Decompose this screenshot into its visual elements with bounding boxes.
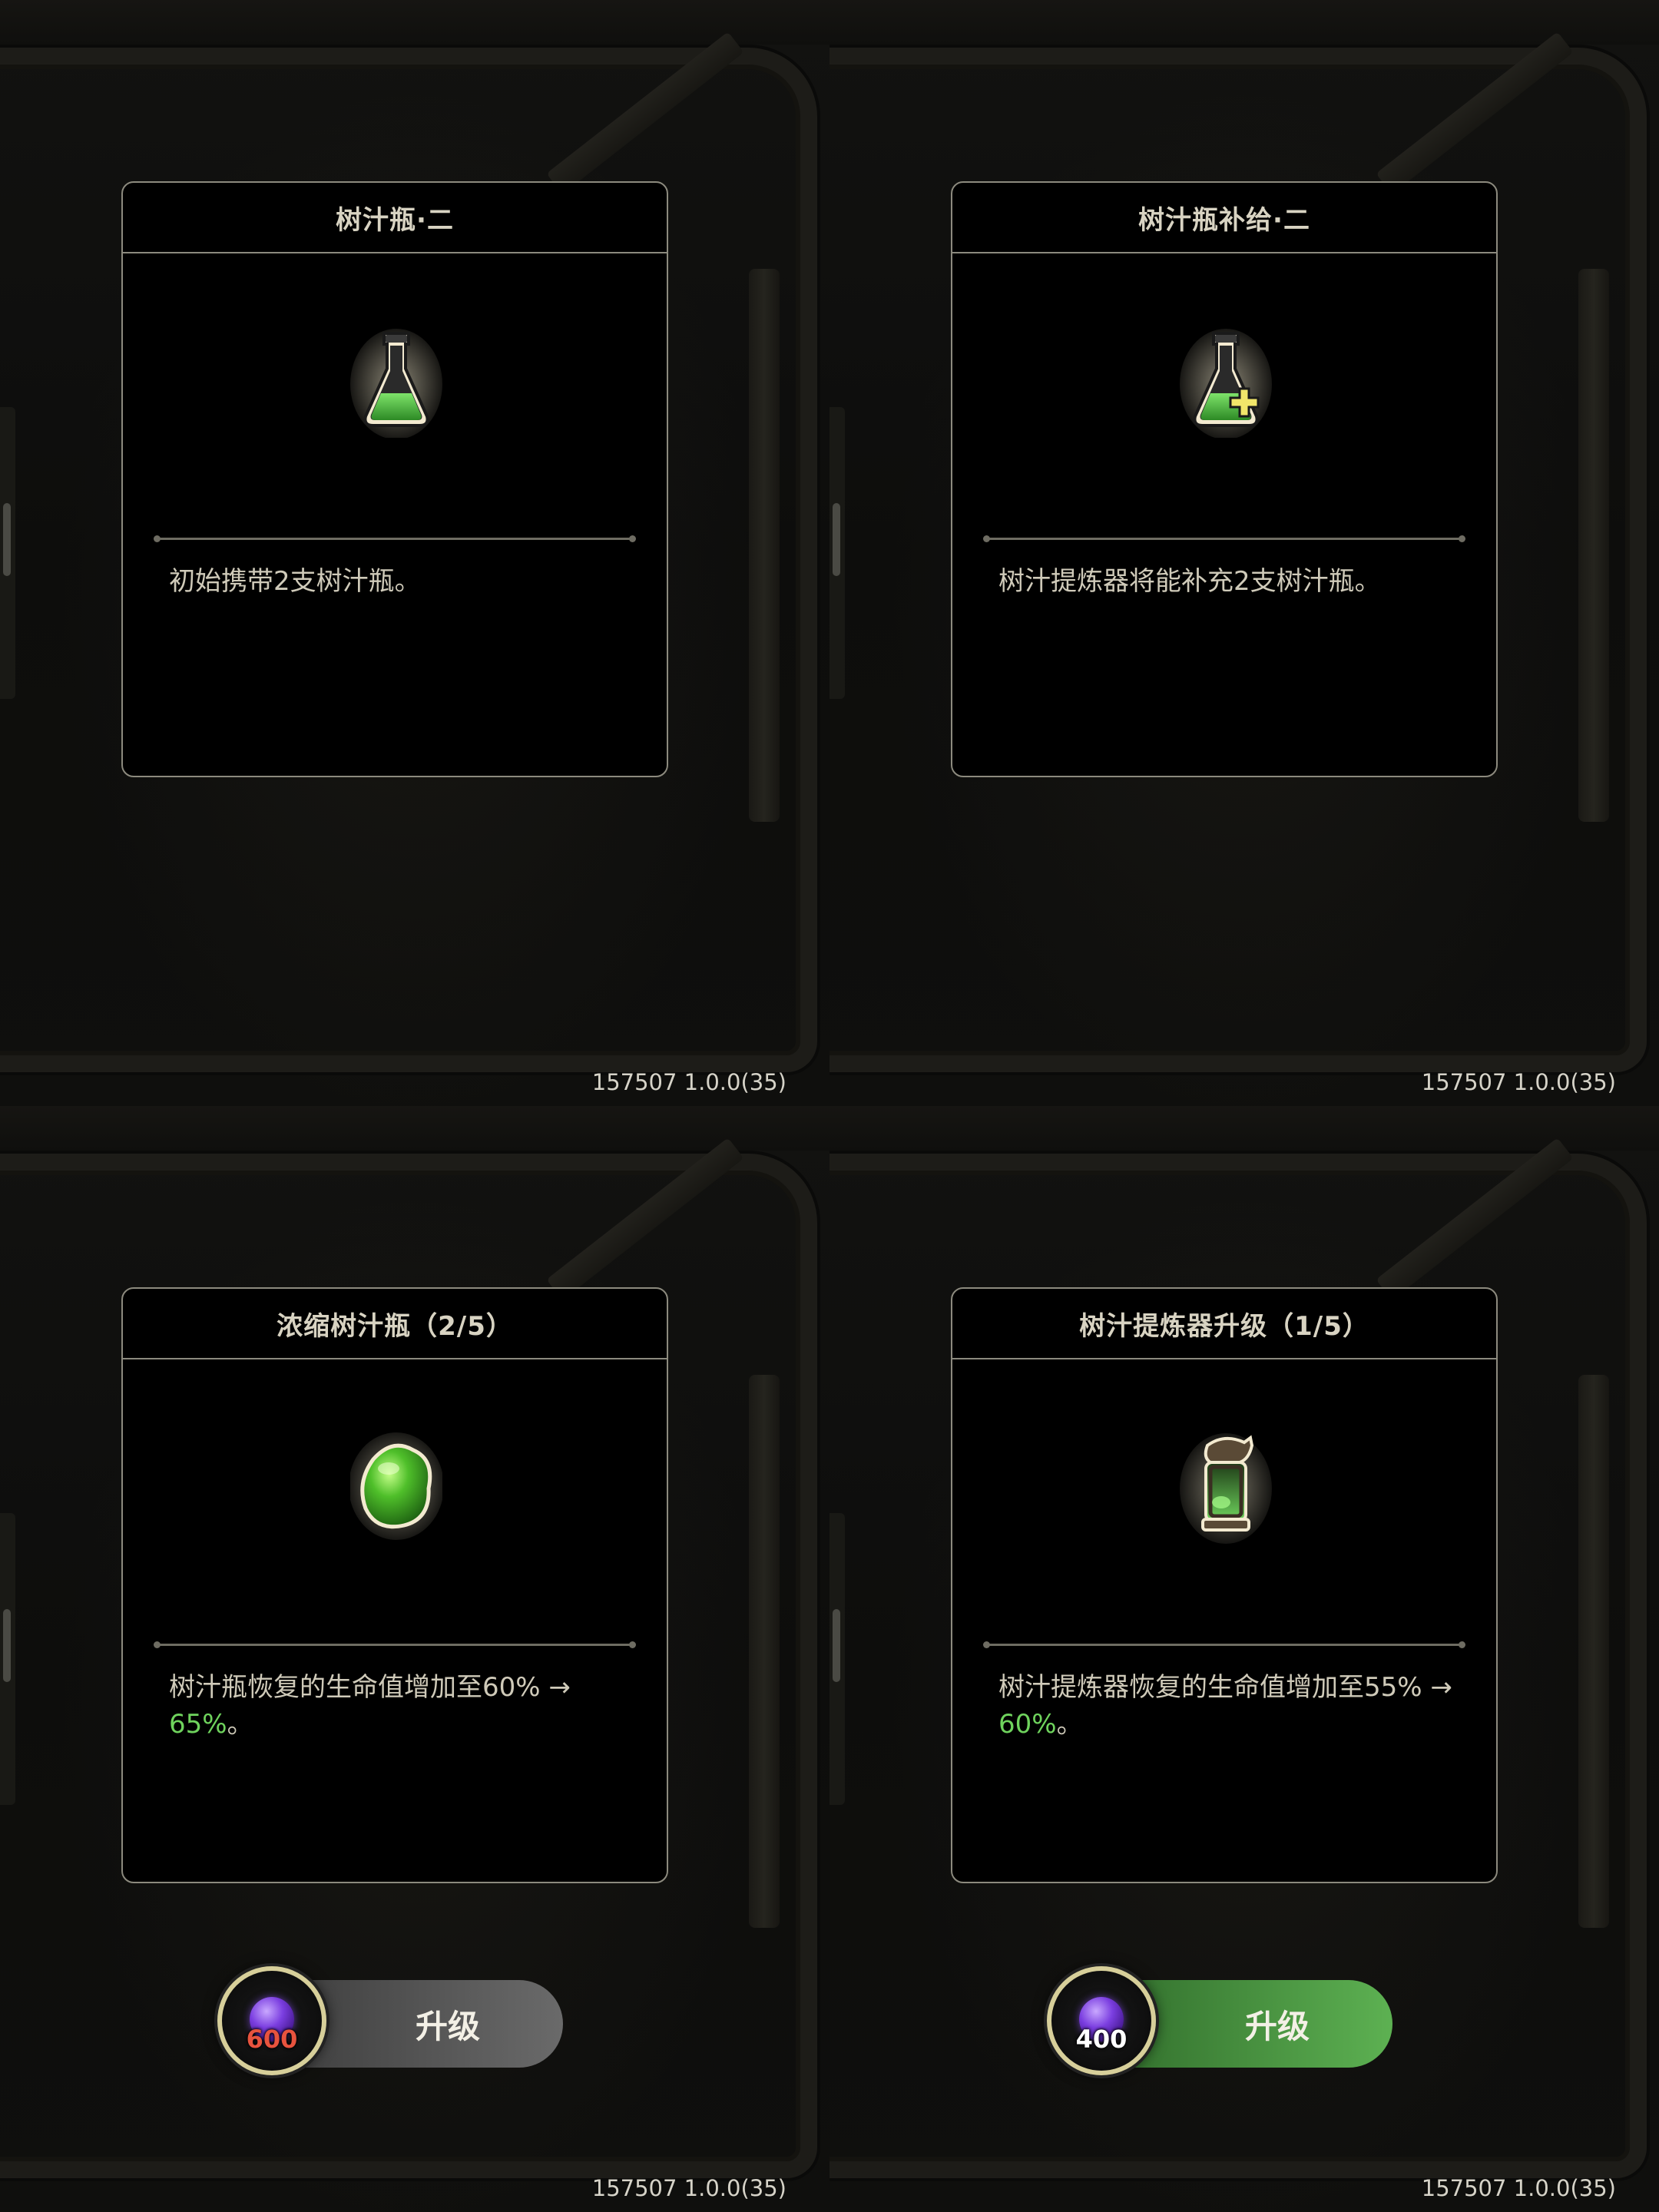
frame-pillar [749,1375,780,1928]
description-tail: 。 [1056,1709,1083,1740]
upgrade-card: 树汁瓶补给·二 树汁提炼器将能补充2支树汁瓶。 [951,181,1498,777]
green-sap-blob-icon [350,1432,442,1540]
frame-pillar [1578,269,1609,822]
card-title: 浓缩树汁瓶（2/5） [123,1289,667,1359]
sap-flask-icon [350,329,442,438]
frame-top [0,1106,830,1151]
upgrade-cost: 400 [1075,2025,1128,2054]
card-title: 树汁提炼器升级（1/5） [952,1289,1496,1359]
currency-badge: 600 [217,1966,326,2075]
description-text: 树汁提炼器将能补充2支树汁瓶。 [998,566,1381,597]
frame-top [830,0,1659,45]
upgrade-button[interactable]: 升级 400 [1047,1966,1394,2081]
card-description: 初始携带2支树汁瓶。 [169,563,630,600]
build-version: 157507 1.0.0(35) [1421,2175,1616,2201]
upgrade-card: 树汁提炼器升级（1/5） 树汁提炼器恢复的生命值增加至55% → 60%。 [951,1287,1498,1883]
sap-refiner-lantern-icon [1180,1433,1272,1544]
panel-concentrated-sap: 浓缩树汁瓶（2/5） 树汁瓶恢复的生命值增加至60% → 65%。 升级 600… [0,1106,830,2212]
build-version: 157507 1.0.0(35) [591,1069,786,1095]
card-description: 树汁瓶恢复的生命值增加至60% → 65%。 [169,1669,630,1743]
side-scroll-handle[interactable] [3,1609,11,1682]
sap-flask-plus-icon [1180,329,1272,438]
frame-pillar [749,269,780,822]
upgrade-card: 浓缩树汁瓶（2/5） 树汁瓶恢复的生命值增加至60% → 65%。 [121,1287,668,1883]
description-text: 初始携带2支树汁瓶。 [169,566,421,597]
new-value-highlight: 60% [998,1709,1057,1740]
new-value-highlight: 65% [169,1709,227,1740]
upgrade-button[interactable]: 升级 600 [217,1966,565,2081]
card-title: 树汁瓶·二 [123,183,667,253]
card-description: 树汁提炼器将能补充2支树汁瓶。 [998,563,1459,600]
divider [983,1641,1465,1648]
side-scroll-handle[interactable] [3,503,11,576]
build-version: 157507 1.0.0(35) [591,2175,786,2201]
currency-badge: 400 [1047,1966,1156,2075]
frame-top [830,1106,1659,1151]
divider [154,535,636,542]
description-text: 树汁瓶恢复的生命值增加至60% → [169,1672,571,1703]
description-text: 树汁提炼器恢复的生命值增加至55% → [998,1672,1452,1703]
divider [983,535,1465,542]
build-version: 157507 1.0.0(35) [1421,1069,1616,1095]
frame-top [0,0,830,45]
panel-sap-refiner-upgrade: 树汁提炼器升级（1/5） 树汁提炼器恢复的生命值增加至55% → 60%。 升级… [830,1106,1659,2212]
panel-sap-flask-2: 树汁瓶·二 初始携带2支树汁瓶。 157507 1.0.0(35) [0,0,830,1106]
frame-pillar [1578,1375,1609,1928]
side-scroll-handle[interactable] [833,503,840,576]
description-tail: 。 [227,1709,253,1740]
upgrade-card: 树汁瓶·二 初始携带2支树汁瓶。 [121,181,668,777]
card-title: 树汁瓶补给·二 [952,183,1496,253]
card-description: 树汁提炼器恢复的生命值增加至55% → 60%。 [998,1669,1459,1743]
panel-sap-flask-supply-2: 树汁瓶补给·二 树汁提炼器将能补充2支树汁瓶。 157507 1.0.0(35) [830,0,1659,1106]
upgrade-cost: 600 [246,2025,298,2054]
side-scroll-handle[interactable] [833,1609,840,1682]
divider [154,1641,636,1648]
